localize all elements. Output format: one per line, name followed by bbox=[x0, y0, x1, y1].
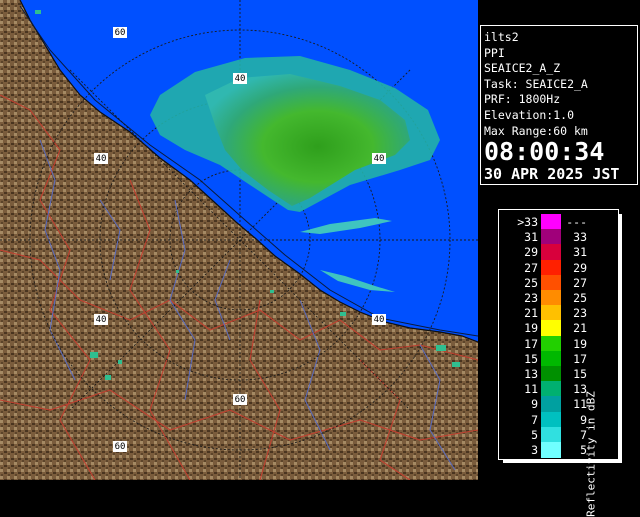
legend-low-value: 21 bbox=[524, 306, 538, 321]
elevation-value: Elevation:1.0 bbox=[484, 107, 575, 122]
svg-text:40: 40 bbox=[374, 154, 385, 164]
legend-swatch bbox=[541, 396, 561, 413]
legend-row: 79 bbox=[499, 411, 620, 428]
legend-low-value: 17 bbox=[524, 336, 538, 351]
legend-low-value: 11 bbox=[524, 382, 538, 397]
legend-swatch bbox=[541, 350, 561, 367]
legend-row: >33 --- bbox=[499, 214, 620, 230]
legend-row: 31 33 bbox=[499, 229, 620, 246]
legend-high-value: 7 bbox=[580, 427, 587, 442]
legend-high-value: 27 bbox=[573, 275, 587, 290]
legend-row: 13 15 bbox=[499, 366, 620, 382]
legend-low-value: 19 bbox=[524, 321, 538, 336]
range-label: 40 bbox=[372, 314, 386, 325]
legend-low-value: 13 bbox=[524, 367, 538, 381]
range-label: 60 bbox=[113, 27, 127, 38]
legend-row: 17 19 bbox=[499, 335, 620, 352]
legend-low-value: 5 bbox=[531, 427, 538, 442]
radar-map[interactable]: 60 40 40 40 40 40 60 60 bbox=[0, 0, 478, 480]
legend-high-value: 19 bbox=[573, 336, 587, 351]
legend-high-value: --- bbox=[566, 215, 587, 229]
legend-low-value: 9 bbox=[531, 397, 538, 412]
legend-high-value: 15 bbox=[573, 367, 587, 381]
legend-swatch bbox=[541, 214, 561, 230]
legend-row: 19 21 bbox=[499, 320, 620, 337]
scan-type: PPI bbox=[484, 45, 505, 60]
observation-time: 08:00:34 bbox=[484, 137, 605, 167]
legend-low-value: 23 bbox=[524, 291, 538, 305]
legend-swatch bbox=[541, 274, 561, 291]
legend-high-value: 11 bbox=[573, 397, 587, 412]
legend-swatch bbox=[541, 305, 561, 322]
legend-low-value: 7 bbox=[531, 412, 538, 427]
legend-high-value: 5 bbox=[580, 443, 587, 457]
legend-row: 11 13 bbox=[499, 381, 620, 398]
task-name: Task: SEAICE2_A bbox=[484, 76, 588, 91]
prf-value: PRF: 1800Hz bbox=[484, 92, 561, 107]
legend-low-value: 15 bbox=[524, 351, 538, 366]
observation-date: 30 APR 2025 JST bbox=[484, 165, 620, 184]
legend-row: 15 17 bbox=[499, 350, 620, 367]
range-label: 40 bbox=[94, 153, 108, 164]
legend-low-value: 31 bbox=[524, 230, 538, 245]
legend-swatch bbox=[541, 290, 561, 306]
legend-swatch bbox=[541, 259, 561, 276]
legend-high-value: 21 bbox=[573, 321, 587, 336]
legend-swatch bbox=[541, 442, 561, 458]
legend-swatch bbox=[541, 426, 561, 443]
color-legend: >33 --- 31 33 29 31 27 29 25 27 23 25 21 23 19 21 17 19 15… bbox=[498, 209, 620, 517]
legend-high-value: 23 bbox=[573, 306, 587, 321]
svg-text:60: 60 bbox=[115, 442, 126, 452]
legend-row: 27 29 bbox=[499, 259, 620, 276]
legend-row: 25 27 bbox=[499, 274, 620, 291]
product-name: SEAICE2_A_Z bbox=[484, 61, 561, 76]
range-label: 60 bbox=[113, 441, 127, 452]
range-label: 40 bbox=[94, 314, 108, 325]
range-label: 60 bbox=[233, 394, 247, 405]
legend-row: 29 31 bbox=[499, 244, 620, 261]
legend-swatch bbox=[541, 366, 561, 382]
legend-swatch bbox=[541, 411, 561, 428]
legend-swatch bbox=[541, 244, 561, 261]
svg-text:60: 60 bbox=[115, 28, 126, 38]
svg-text:60: 60 bbox=[235, 395, 246, 405]
legend-high-value: 25 bbox=[573, 291, 587, 305]
range-label: 40 bbox=[233, 73, 247, 84]
legend-title: Reflectivity in dBZ bbox=[584, 391, 598, 517]
legend-low-value: 29 bbox=[524, 245, 538, 260]
legend-swatch bbox=[541, 335, 561, 352]
legend-row: 21 23 bbox=[499, 305, 620, 322]
legend-row: 23 25 bbox=[499, 290, 620, 306]
legend-swatch bbox=[541, 381, 561, 398]
legend-high-value: 13 bbox=[573, 382, 587, 397]
legend-high-value: 29 bbox=[573, 260, 587, 275]
legend-swatch bbox=[541, 320, 561, 337]
legend-low-value: 25 bbox=[524, 275, 538, 290]
svg-text:40: 40 bbox=[374, 315, 385, 325]
svg-text:40: 40 bbox=[96, 315, 107, 325]
legend-low-value: 27 bbox=[524, 260, 538, 275]
legend-swatch bbox=[541, 229, 561, 246]
range-label: 40 bbox=[372, 153, 386, 164]
legend-high-value: 31 bbox=[573, 245, 587, 260]
station-name: ilts2 bbox=[484, 30, 519, 44]
info-panel: ilts2 PPI SEAICE2_A_Z Task: SEAICE2_A PR… bbox=[480, 25, 638, 185]
svg-text:40: 40 bbox=[96, 154, 107, 164]
legend-high-value: 17 bbox=[573, 351, 587, 366]
legend-row: 57 bbox=[499, 426, 620, 443]
legend-high-value: 9 bbox=[580, 412, 587, 427]
legend-low-value: 3 bbox=[531, 443, 538, 457]
legend-high-value: 33 bbox=[573, 230, 587, 245]
svg-text:40: 40 bbox=[235, 74, 246, 84]
legend-low-value: >33 bbox=[517, 215, 538, 229]
legend-row: 9 11 bbox=[499, 396, 620, 413]
